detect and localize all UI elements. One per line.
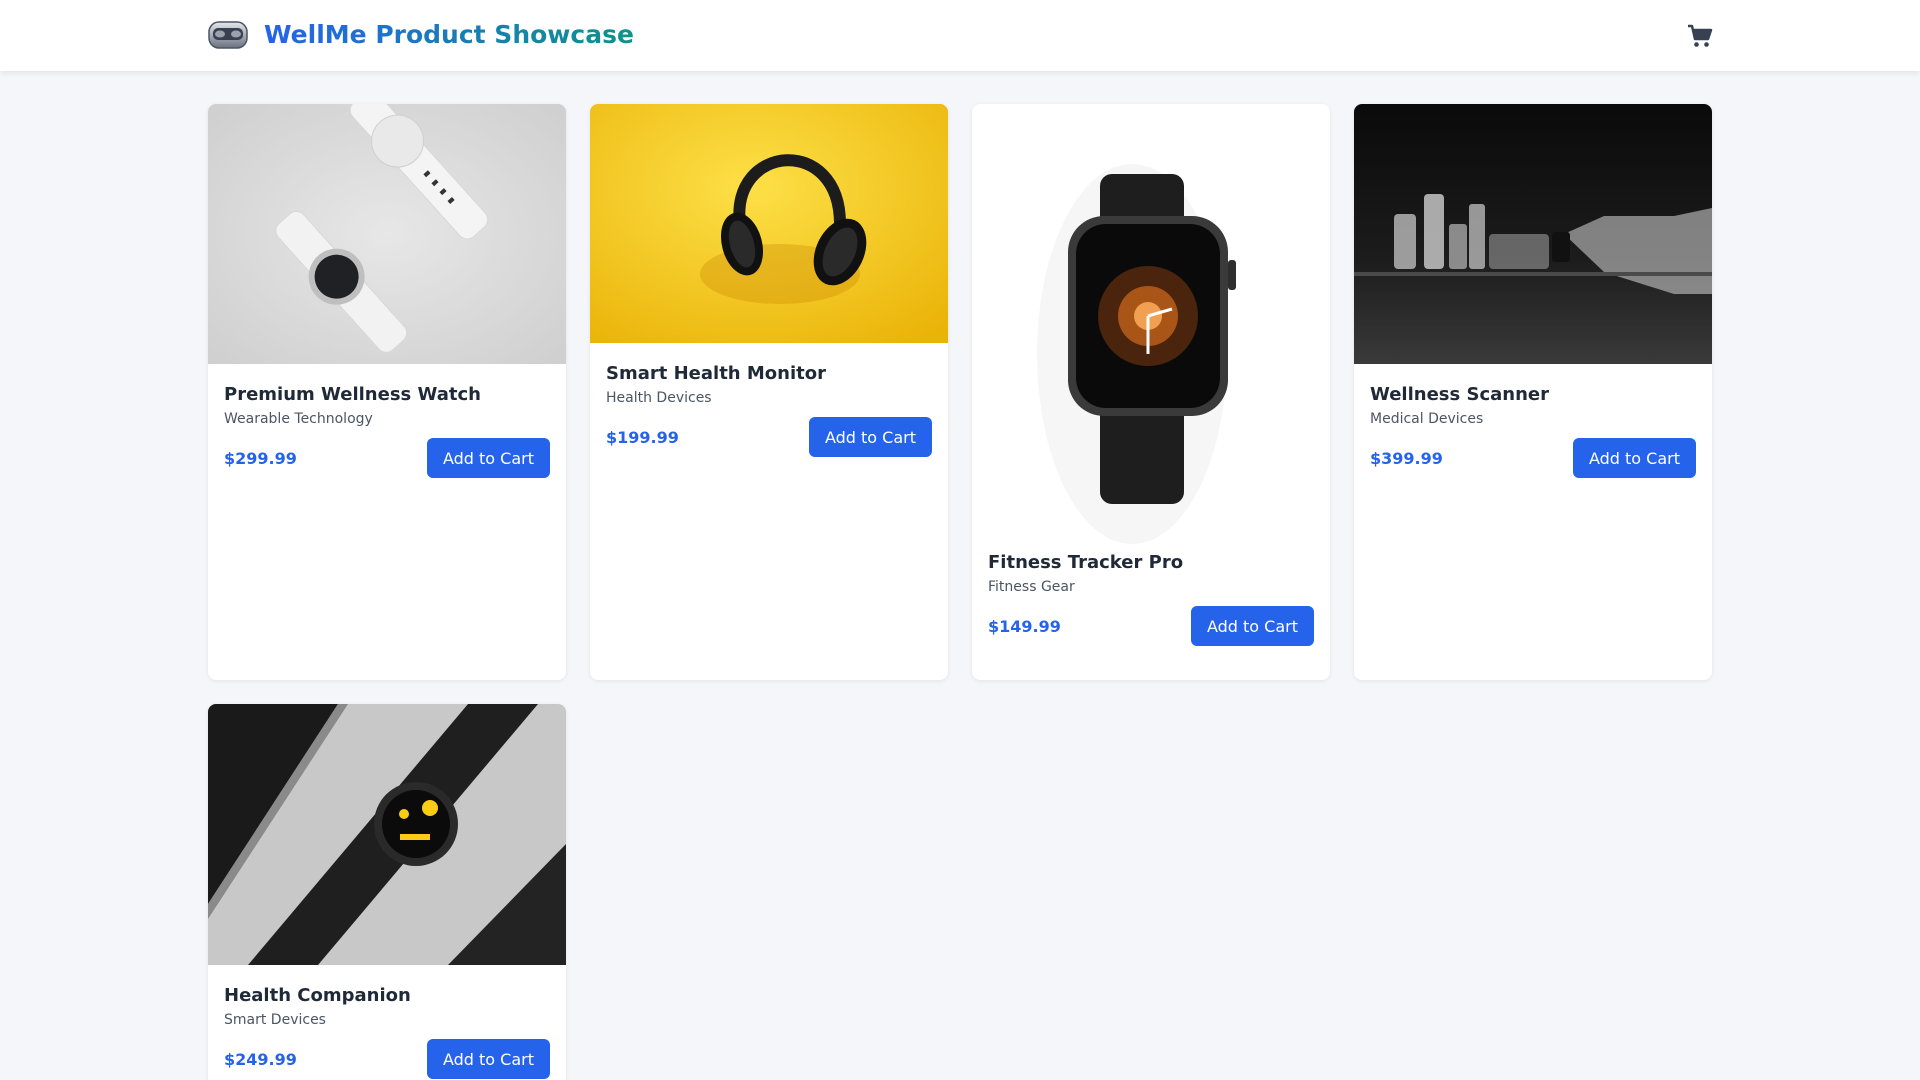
product-card: Smart Health Monitor Health Devices $199… (590, 104, 948, 680)
product-image (1354, 104, 1712, 364)
shopping-cart-icon[interactable] (1687, 24, 1713, 48)
product-image (972, 104, 1330, 552)
product-image (208, 704, 566, 965)
product-price: $199.99 (606, 427, 679, 447)
product-name: Premium Wellness Watch (224, 384, 481, 405)
product-name: Smart Health Monitor (606, 363, 826, 384)
product-price: $249.99 (224, 1049, 297, 1069)
vr-headset-icon (208, 21, 248, 49)
product-category: Health Devices (606, 390, 712, 406)
product-category: Medical Devices (1370, 411, 1484, 427)
product-price: $299.99 (224, 448, 297, 468)
product-card: Wellness Scanner Medical Devices $399.99… (1354, 104, 1712, 680)
product-name: Wellness Scanner (1370, 384, 1549, 405)
product-price: $149.99 (988, 616, 1061, 636)
top-nav: WellMe Product Showcase (0, 0, 1920, 71)
product-price: $399.99 (1370, 448, 1443, 468)
product-card: Health Companion Smart Devices $249.99 A… (208, 704, 566, 1080)
product-card: Premium Wellness Watch Wearable Technolo… (208, 104, 566, 680)
product-card: Fitness Tracker Pro Fitness Gear $149.99… (972, 104, 1330, 680)
product-category: Smart Devices (224, 1012, 326, 1028)
add-to-cart-button[interactable]: Add to Cart (809, 417, 932, 457)
product-category: Wearable Technology (224, 411, 373, 427)
product-category: Fitness Gear (988, 579, 1075, 595)
product-name: Fitness Tracker Pro (988, 552, 1184, 573)
product-name: Health Companion (224, 985, 411, 1006)
add-to-cart-button[interactable]: Add to Cart (1191, 606, 1314, 646)
brand-title: WellMe Product Showcase (264, 17, 634, 53)
add-to-cart-button[interactable]: Add to Cart (427, 1039, 550, 1079)
add-to-cart-button[interactable]: Add to Cart (427, 438, 550, 478)
add-to-cart-button[interactable]: Add to Cart (1573, 438, 1696, 478)
product-image (208, 104, 566, 364)
product-image (590, 104, 948, 343)
